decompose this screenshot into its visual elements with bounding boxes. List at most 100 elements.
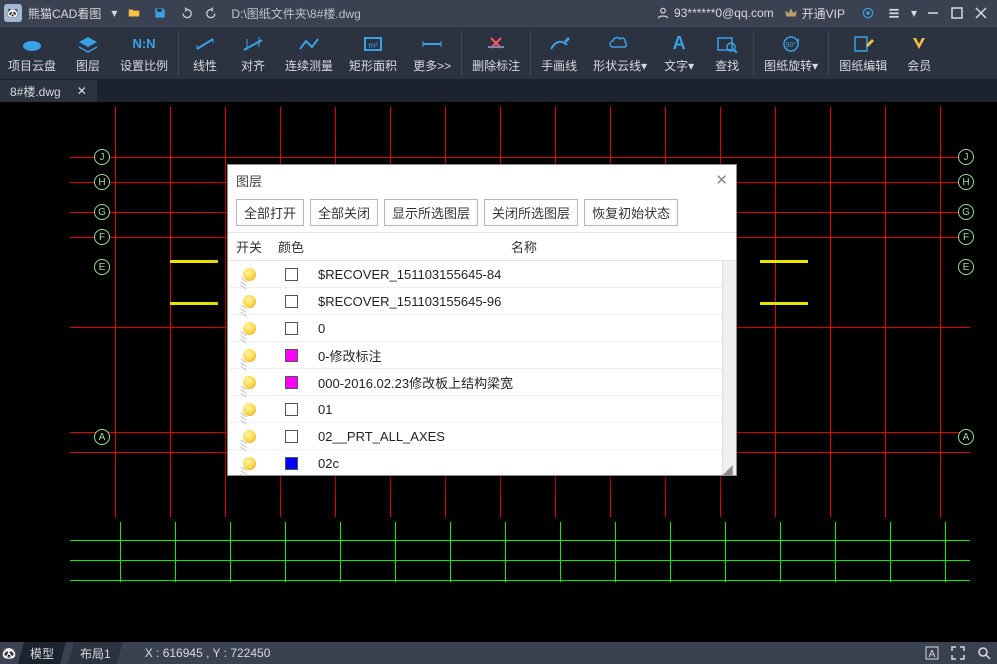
- layer-row[interactable]: 02c: [228, 450, 736, 475]
- color-swatch[interactable]: [285, 403, 298, 416]
- color-swatch[interactable]: [285, 322, 298, 335]
- layer-row[interactable]: 0-修改标注: [228, 342, 736, 369]
- lightbulb-icon[interactable]: [243, 295, 256, 308]
- layer-row[interactable]: $RECOVER_151103155645-96: [228, 288, 736, 315]
- dialog-close-icon[interactable]: ✕: [715, 171, 728, 189]
- redo-icon[interactable]: [201, 2, 223, 24]
- layer-name: $RECOVER_151103155645-96: [312, 294, 736, 309]
- tool-project-cloud[interactable]: 项目云盘: [0, 31, 64, 76]
- tool-rect-area[interactable]: m²矩形面积: [341, 31, 405, 76]
- color-swatch[interactable]: [285, 430, 298, 443]
- drawing-line: [615, 522, 616, 582]
- layers-dialog: 图层 ✕ 全部打开 全部关闭 显示所选图层 关闭所选图层 恢复初始状态 开关 颜…: [227, 164, 737, 476]
- svg-text:90°: 90°: [786, 41, 797, 49]
- tool-edit-drawing[interactable]: 图纸编辑: [831, 31, 895, 76]
- layer-name: 01: [312, 402, 736, 417]
- tool-cloud-shape[interactable]: 形状云线▾: [585, 31, 655, 76]
- tool-find[interactable]: 查找: [703, 31, 751, 76]
- tool-member[interactable]: 会员: [895, 31, 943, 76]
- layer-name: 02c: [312, 456, 736, 471]
- tool-freehand[interactable]: 手画线: [533, 31, 585, 76]
- save-icon[interactable]: [149, 2, 171, 24]
- layer-name: 000-2016.02.23修改板上结构梁宽: [312, 373, 736, 392]
- layer-row[interactable]: 01: [228, 396, 736, 423]
- color-swatch[interactable]: [285, 349, 298, 362]
- drawing-line: [505, 522, 506, 582]
- dialog-header[interactable]: 图层 ✕: [228, 165, 736, 195]
- status-text-icon[interactable]: A: [921, 644, 943, 662]
- tool-set-scale[interactable]: N:N设置比例: [112, 31, 176, 76]
- vip-button[interactable]: 开通VIP: [784, 5, 845, 22]
- undo-icon[interactable]: [175, 2, 197, 24]
- statusbar-tab-model[interactable]: 模型: [18, 642, 66, 664]
- app-logo: 🐼: [4, 4, 22, 22]
- chevron-down-icon[interactable]: ▾: [111, 6, 117, 20]
- user-account[interactable]: 93******0@qq.com: [656, 6, 774, 20]
- drawing-line: [175, 522, 176, 582]
- layer-row[interactable]: 0: [228, 315, 736, 342]
- tool-align[interactable]: 对齐: [229, 31, 277, 76]
- drawing-line: [830, 107, 831, 517]
- layer-row[interactable]: 000-2016.02.23修改板上结构梁宽: [228, 369, 736, 396]
- open-all-button[interactable]: 全部打开: [236, 199, 304, 226]
- drawing-line: [760, 302, 808, 305]
- tool-rotate[interactable]: 90°图纸旋转▾: [756, 31, 826, 76]
- statusbar-tab-layout1[interactable]: 布局1: [68, 642, 123, 664]
- drawing-line: [70, 580, 970, 581]
- color-swatch[interactable]: [285, 295, 298, 308]
- layer-row[interactable]: $RECOVER_151103155645-84: [228, 261, 736, 288]
- tool-continuous-measure[interactable]: 连续测量: [277, 31, 341, 76]
- tab-close-icon[interactable]: ✕: [77, 84, 87, 98]
- show-selected-button[interactable]: 显示所选图层: [384, 199, 478, 226]
- tool-text[interactable]: A文字▾: [655, 31, 703, 76]
- dialog-resize-handle[interactable]: ◢: [722, 461, 736, 475]
- drawing-line: [115, 107, 116, 517]
- drawing-line: [670, 522, 671, 582]
- drawing-line: [780, 522, 781, 582]
- status-magnify-icon[interactable]: [973, 644, 995, 662]
- layer-row[interactable]: 02__PRT_ALL_AXES: [228, 423, 736, 450]
- dialog-scrollbar[interactable]: [722, 261, 736, 475]
- theme-icon[interactable]: [857, 2, 879, 24]
- tool-layers[interactable]: 图层: [64, 31, 112, 76]
- lightbulb-icon[interactable]: [243, 322, 256, 335]
- close-all-button[interactable]: 全部关闭: [310, 199, 378, 226]
- settings-icon[interactable]: [883, 2, 905, 24]
- col-header-color: 颜色: [270, 233, 312, 260]
- open-folder-icon[interactable]: [123, 2, 145, 24]
- tool-delete-annotation[interactable]: 删除标注: [464, 31, 528, 76]
- document-tab[interactable]: 8#楼.dwg ✕: [0, 80, 97, 102]
- axis-bubble: A: [94, 429, 110, 445]
- drawing-line: [70, 157, 970, 158]
- drawing-line: [340, 522, 341, 582]
- close-button[interactable]: [969, 2, 993, 24]
- drawing-line: [760, 260, 808, 263]
- dialog-title: 图层: [236, 171, 262, 190]
- restore-button[interactable]: 恢复初始状态: [584, 199, 678, 226]
- color-swatch[interactable]: [285, 457, 298, 470]
- vip-label: 开通VIP: [802, 5, 845, 22]
- lightbulb-icon[interactable]: [243, 349, 256, 362]
- maximize-button[interactable]: [945, 2, 969, 24]
- hide-selected-button[interactable]: 关闭所选图层: [484, 199, 578, 226]
- minimize-button[interactable]: [921, 2, 945, 24]
- lightbulb-icon[interactable]: [243, 457, 256, 470]
- tool-linear[interactable]: 线性: [181, 31, 229, 76]
- color-swatch[interactable]: [285, 376, 298, 389]
- status-fullscreen-icon[interactable]: [947, 644, 969, 662]
- axis-bubble: E: [94, 259, 110, 275]
- settings-chevron-icon[interactable]: ▾: [911, 6, 917, 20]
- drawing-line: [940, 107, 941, 517]
- lightbulb-icon[interactable]: [243, 376, 256, 389]
- axis-bubble: E: [958, 259, 974, 275]
- lightbulb-icon[interactable]: [243, 430, 256, 443]
- lightbulb-icon[interactable]: [243, 268, 256, 281]
- color-swatch[interactable]: [285, 268, 298, 281]
- drawing-line: [725, 522, 726, 582]
- drawing-canvas[interactable]: JHGFEAJHGFEA 图层 ✕ 全部打开 全部关闭 显示所选图层 关闭所选图…: [0, 102, 997, 642]
- document-tabstrip: 8#楼.dwg ✕: [0, 80, 997, 102]
- lightbulb-icon[interactable]: [243, 403, 256, 416]
- tool-more[interactable]: 更多>>: [405, 31, 459, 76]
- dialog-button-row: 全部打开 全部关闭 显示所选图层 关闭所选图层 恢复初始状态: [228, 195, 736, 232]
- axis-bubble: G: [958, 204, 974, 220]
